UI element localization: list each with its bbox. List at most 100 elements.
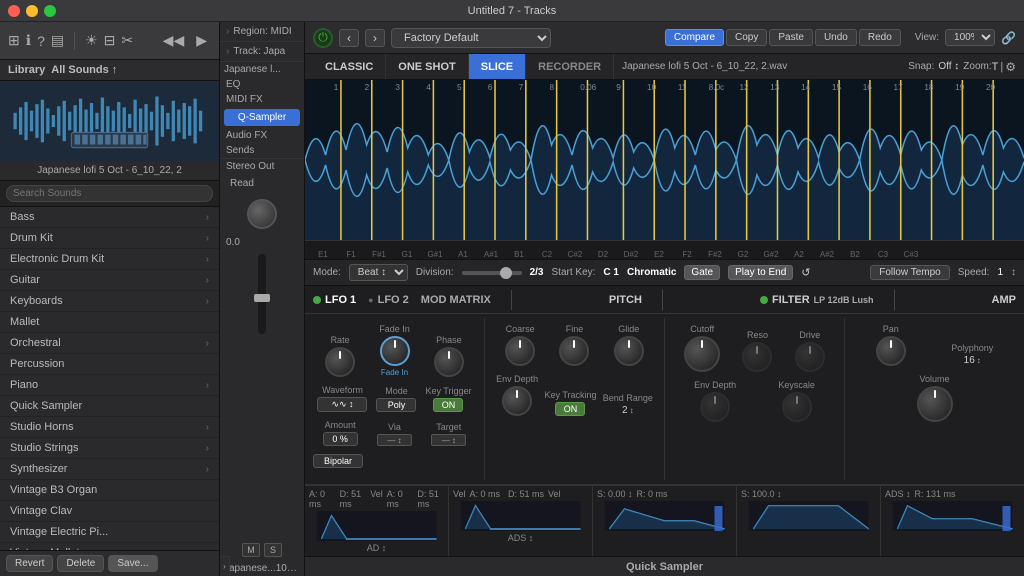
snap-value[interactable]: Off ↕ <box>938 61 959 72</box>
save-button[interactable]: Save... <box>108 555 157 572</box>
fade-in-knob[interactable] <box>380 336 410 366</box>
loop-icon[interactable]: ↺ <box>801 266 810 279</box>
gate-button[interactable]: Gate <box>684 265 720 280</box>
amount-value[interactable]: 0 % <box>323 432 358 446</box>
link-icon[interactable]: 🔗 <box>1001 31 1016 45</box>
tab-slice[interactable]: SLICE <box>469 54 526 79</box>
all-sounds-label[interactable]: All Sounds ↑ <box>51 64 117 76</box>
filter-env-depth-knob[interactable] <box>700 392 730 422</box>
list-item[interactable]: Synthesizer› <box>0 459 219 480</box>
play-to-end-button[interactable]: Play to End <box>728 265 793 280</box>
mute-button[interactable]: M <box>242 543 260 557</box>
power-button[interactable]: ⏻ <box>313 28 333 48</box>
midi-fx-chain[interactable]: MIDI FX <box>220 92 304 107</box>
list-item[interactable]: Piano› <box>0 375 219 396</box>
q-sampler-chain[interactable]: Q-Sampler <box>224 109 300 126</box>
play-button[interactable]: ▶ <box>192 30 211 51</box>
close-button[interactable] <box>8 5 20 17</box>
window-controls[interactable] <box>8 5 56 17</box>
tab-classic[interactable]: CLASSIC <box>313 54 386 79</box>
key-trigger-toggle[interactable]: ON <box>433 398 463 412</box>
list-item[interactable]: Orchestral› <box>0 333 219 354</box>
sun-icon[interactable]: ☀ <box>85 32 98 49</box>
list-item[interactable]: Vintage Clav <box>0 501 219 522</box>
prev-preset-button[interactable]: ‹ <box>339 29 359 47</box>
scissors-icon[interactable]: ✂ <box>121 32 133 49</box>
list-item[interactable]: Vintage Electric Pi... <box>0 522 219 543</box>
list-item[interactable]: Percussion <box>0 354 219 375</box>
browser-icon[interactable]: ▤ <box>51 32 64 49</box>
delete-button[interactable]: Delete <box>57 555 104 572</box>
coarse-knob[interactable] <box>505 336 535 366</box>
redo-button[interactable]: Redo <box>859 29 901 46</box>
key-tracking-toggle[interactable]: ON <box>555 402 585 416</box>
keyscale-knob[interactable] <box>782 392 812 422</box>
region-row[interactable]: › Region: MIDI <box>220 22 304 42</box>
eq-icon[interactable]: ⊟ <box>104 32 116 49</box>
list-item[interactable]: Vintage B3 Organ <box>0 480 219 501</box>
revert-button[interactable]: Revert <box>6 555 53 572</box>
zoom-text-icon[interactable]: T <box>992 61 999 73</box>
mode-selector[interactable]: Beat ↕ <box>349 264 408 281</box>
rate-knob[interactable] <box>325 347 355 377</box>
view-percent-selector[interactable]: 100% <box>945 29 995 46</box>
reso-knob[interactable] <box>742 342 772 372</box>
drive-knob[interactable] <box>795 342 825 372</box>
list-item[interactable]: Guitar› <box>0 270 219 291</box>
fader-thumb[interactable] <box>254 294 270 302</box>
waveform-area[interactable]: Tracking 1 2 3 4 5 6 7 8 0.06 9 10 11 8.… <box>305 80 1024 240</box>
rewind-button[interactable]: ◀◀ <box>159 30 189 51</box>
list-item[interactable]: Electronic Drum Kit› <box>0 249 219 270</box>
preset-selector[interactable]: Factory Default <box>391 28 551 48</box>
list-item[interactable]: Quick Sampler <box>0 396 219 417</box>
division-slider[interactable] <box>462 271 522 275</box>
via-selector[interactable]: — ↕ <box>377 434 412 446</box>
follow-tempo-button[interactable]: Follow Tempo <box>870 265 950 280</box>
tab-one-shot[interactable]: ONE SHOT <box>386 54 468 79</box>
bottom-nav-arrow[interactable]: › <box>220 556 230 576</box>
next-preset-button[interactable]: › <box>365 29 385 47</box>
cutoff-knob[interactable] <box>684 336 720 372</box>
minimize-button[interactable] <box>26 5 38 17</box>
pan-knob[interactable] <box>876 336 906 366</box>
list-item[interactable]: Vintage Mellotron <box>0 543 219 550</box>
info-icon[interactable]: ℹ <box>26 32 31 49</box>
paste-button[interactable]: Paste <box>769 29 813 46</box>
list-item[interactable]: Drum Kit› <box>0 228 219 249</box>
help-icon[interactable]: ? <box>37 33 45 49</box>
sends-chain[interactable]: Sends <box>220 143 304 158</box>
eq-chain[interactable]: EQ <box>220 77 304 92</box>
bipolar-selector[interactable]: Bipolar <box>313 454 363 468</box>
lfo2-tab[interactable]: ● LFO 2 <box>368 294 409 306</box>
search-input[interactable] <box>6 185 213 202</box>
list-item[interactable]: Studio Strings› <box>0 438 219 459</box>
waveform-selector[interactable]: ∿∿ ↕ <box>317 397 367 412</box>
tab-recorder[interactable]: RECORDER <box>526 54 614 79</box>
list-item[interactable]: Bass› <box>0 207 219 228</box>
list-item[interactable]: Keyboards› <box>0 291 219 312</box>
settings-icon[interactable]: ⚙ <box>1005 60 1016 74</box>
target-selector[interactable]: — ↕ <box>431 434 466 446</box>
list-item[interactable]: Mallet <box>0 312 219 333</box>
amp-volume-knob[interactable] <box>917 386 953 422</box>
audio-fx-chain[interactable]: Audio FX <box>220 128 304 143</box>
compare-button[interactable]: Compare <box>665 29 724 46</box>
mod-matrix-tab[interactable]: MOD MATRIX <box>421 294 491 306</box>
mode-selector[interactable]: Poly <box>376 398 416 412</box>
fader-track[interactable] <box>258 254 266 334</box>
maximize-button[interactable] <box>44 5 56 17</box>
track-row[interactable]: › Track: Japa <box>220 42 304 62</box>
lfo1-tab[interactable]: LFO 1 <box>313 294 356 306</box>
volume-knob[interactable] <box>247 199 277 229</box>
fine-knob[interactable] <box>559 336 589 366</box>
glide-knob[interactable] <box>614 336 644 366</box>
copy-button[interactable]: Copy <box>726 29 767 46</box>
env-depth-knob[interactable] <box>502 386 532 416</box>
svg-text:19: 19 <box>955 83 965 92</box>
undo-button[interactable]: Undo <box>815 29 857 46</box>
phase-knob[interactable] <box>434 347 464 377</box>
solo-button[interactable]: S <box>264 543 282 557</box>
library-icon[interactable]: ⊞ <box>8 32 20 49</box>
list-item[interactable]: Studio Horns› <box>0 417 219 438</box>
division-thumb[interactable] <box>500 267 512 279</box>
